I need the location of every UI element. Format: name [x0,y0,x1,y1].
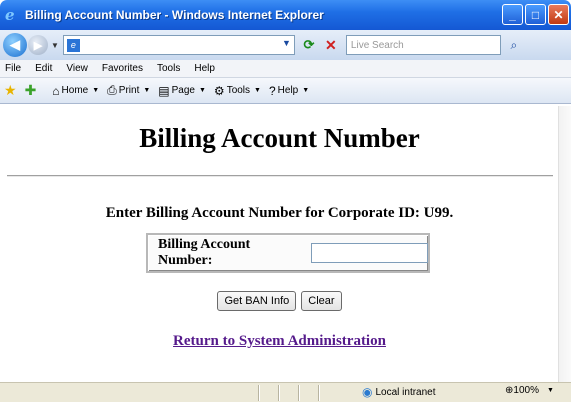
tools-menu-button[interactable]: ⚙ Tools ▼ [214,84,261,98]
minimize-button[interactable]: _ [502,4,523,25]
return-link[interactable]: Return to System Administration [4,333,555,350]
security-zone[interactable]: ◉ Local intranet [362,385,436,399]
favorites-star-icon[interactable]: ★ [4,82,17,99]
forward-button[interactable]: ▶ [28,35,48,55]
add-favorites-icon[interactable]: ✚ [25,82,37,99]
status-segment [258,384,260,401]
menu-file[interactable]: File [5,63,21,74]
help-label: Help [277,85,299,96]
page-title: Billing Account Number [139,123,420,153]
home-label: Home [61,85,89,96]
search-input[interactable]: Live Search [345,35,501,55]
page-content: Billing Account Number Enter Billing Acc… [4,106,555,382]
status-segment [298,384,300,401]
menu-edit[interactable]: Edit [35,63,52,74]
ban-field-label: Billing Account Number: [158,237,251,268]
address-bar[interactable]: e ▼ [62,35,295,55]
print-label: Print [118,85,140,96]
help-icon: ? [268,83,276,98]
home-icon: ⌂ [52,83,60,98]
window-controls: _ □ ✕ [502,4,569,25]
zone-label: Local intranet [375,386,436,398]
divider [7,175,553,177]
chevron-down-icon[interactable]: ▼ [547,387,554,394]
zoom-control[interactable]: ⊕ 100% ▼ [505,385,554,396]
zoom-icon: ⊕ [505,385,514,396]
menu-help[interactable]: Help [194,63,215,74]
page-icon: ▤ [158,83,170,98]
window-title: Billing Account Number - Windows Interne… [25,8,324,22]
menu-tools[interactable]: Tools [157,63,180,74]
help-menu-button[interactable]: ? Help ▼ [269,84,309,98]
page-icon: e [66,38,80,52]
ban-input[interactable] [311,243,428,263]
menu-favorites[interactable]: Favorites [102,63,143,74]
page-label: Page [171,85,195,96]
get-ban-info-button[interactable]: Get BAN Info [217,291,297,311]
search-icon[interactable]: ⌕ [503,35,525,55]
back-button[interactable]: ◀ [3,33,27,57]
menu-view[interactable]: View [66,63,88,74]
ban-field-group: Billing Account Number: [146,233,430,273]
tools-label: Tools [226,85,251,96]
prompt-text: Enter Billing Account Number for Corpora… [105,205,454,221]
chevron-down-icon[interactable]: ▼ [302,87,309,94]
history-dropdown-icon[interactable]: ▼ [51,41,59,50]
clear-button[interactable]: Clear [301,291,342,311]
command-bar: ★ ✚ ⌂ Home ▼ ⎙ Print ▼ ▤ Page ▼ ⚙ Tools … [0,78,571,104]
status-segment [278,384,280,401]
button-row: Get BAN Info Clear [4,291,555,311]
print-button[interactable]: ⎙ Print ▼ [107,83,150,98]
chevron-down-icon[interactable]: ▼ [143,87,150,94]
maximize-button[interactable]: □ [525,4,546,25]
close-button[interactable]: ✕ [548,4,569,25]
window-title-bar[interactable]: e Billing Account Number - Windows Inter… [0,0,571,30]
page-menu-button[interactable]: ▤ Page ▼ [158,84,206,98]
status-bar: ◉ Local intranet ⊕ 100% ▼ [0,382,571,402]
address-toolbar: ◀ ▶ ▼ e ▼ ⟳ ✕ Live Search ⌕ [0,30,571,60]
refresh-icon[interactable]: ⟳ [299,35,319,55]
chevron-down-icon[interactable]: ▼ [92,87,99,94]
gear-icon: ⚙ [213,83,225,98]
printer-icon: ⎙ [107,83,117,97]
address-dropdown-icon[interactable]: ▼ [282,38,291,48]
home-button[interactable]: ⌂ Home ▼ [52,84,99,98]
stop-icon[interactable]: ✕ [321,35,341,55]
chevron-down-icon[interactable]: ▼ [254,87,261,94]
status-segment [318,384,320,401]
chevron-down-icon[interactable]: ▼ [199,87,206,94]
vertical-scrollbar[interactable] [558,106,571,382]
intranet-icon: ◉ [362,385,373,399]
menu-bar: File Edit View Favorites Tools Help [0,60,571,78]
ie-logo-icon: e [5,6,15,24]
zoom-level: 100% [513,385,539,396]
